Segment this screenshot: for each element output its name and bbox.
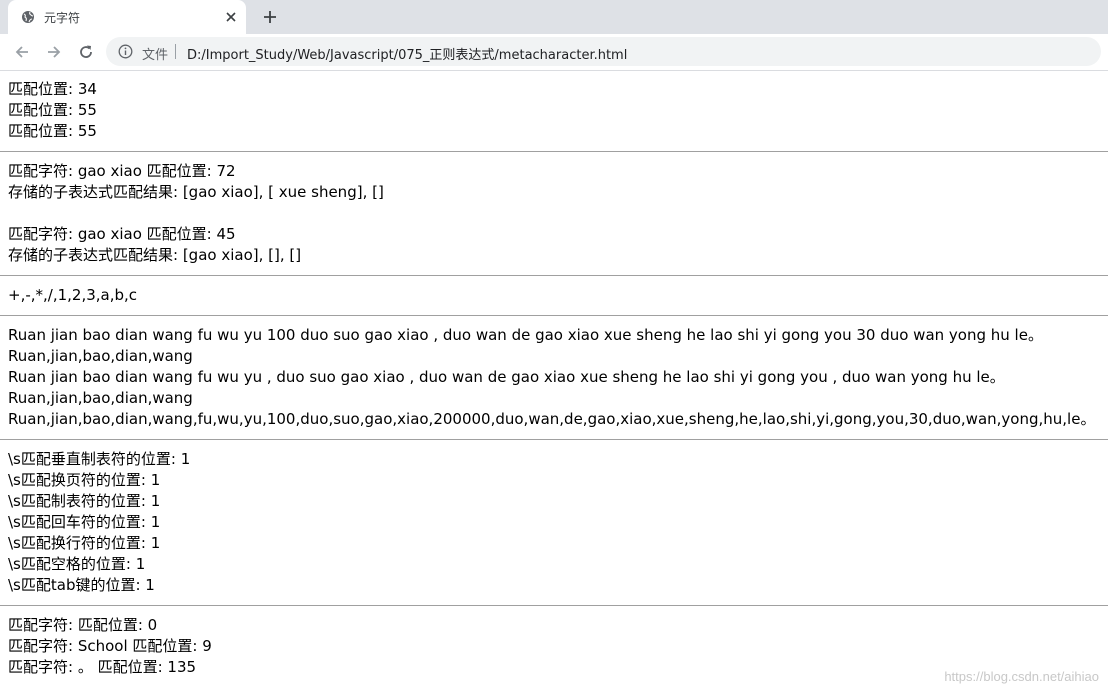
address-divider	[175, 44, 176, 59]
output-line: Ruan,jian,bao,dian,wang	[8, 389, 193, 407]
address-bar[interactable]: 文件 D:/Import_Study/Web/Javascript/075_正则…	[106, 37, 1101, 66]
output-line: \s匹配垂直制表符的位置: 1	[8, 450, 191, 468]
subexpression-section: 匹配字符: gao xiao 匹配位置: 72 存储的子表达式匹配结果: [ga…	[8, 161, 1108, 266]
output-line: 匹配位置: 55	[8, 122, 97, 140]
match-position-section: 匹配位置: 34 匹配位置: 55 匹配位置: 55	[8, 79, 1108, 142]
watermark: https://blog.csdn.net/aihiao	[944, 669, 1099, 684]
split-replace-section: Ruan jian bao dian wang fu wu yu 100 duo…	[8, 325, 1108, 430]
output-line: 匹配字符: 。 匹配位置: 135	[8, 658, 197, 676]
tab-strip: 元字符	[0, 0, 1108, 34]
output-line: Ruan,jian,bao,dian,wang,fu,wu,yu,100,duo…	[8, 410, 1096, 428]
url-text[interactable]: D:/Import_Study/Web/Javascript/075_正则表达式…	[187, 44, 627, 63]
output-line: 匹配位置: 55	[8, 101, 97, 119]
divider	[0, 315, 1108, 316]
output-line: \s匹配tab键的位置: 1	[8, 576, 155, 594]
output-line: Ruan,jian,bao,dian,wang	[8, 347, 193, 365]
divider	[0, 439, 1108, 440]
new-tab-icon[interactable]	[262, 9, 278, 25]
divider	[0, 605, 1108, 606]
metachar-list-section: +,-,*,/,1,2,3,a,b,c	[8, 285, 1108, 306]
output-line: 匹配字符: gao xiao 匹配位置: 45	[8, 225, 236, 243]
output-line: \s匹配空格的位置: 1	[8, 555, 146, 573]
output-line: \s匹配制表符的位置: 1	[8, 492, 161, 510]
output-line: \s匹配回车符的位置: 1	[8, 513, 161, 531]
forward-arrow-icon[interactable]	[46, 44, 62, 60]
output-line: 匹配字符: School 匹配位置: 9	[8, 637, 212, 655]
divider	[0, 275, 1108, 276]
output-line: \s匹配换页符的位置: 1	[8, 471, 161, 489]
info-icon[interactable]	[118, 44, 133, 59]
divider	[0, 151, 1108, 152]
whitespace-section: \s匹配垂直制表符的位置: 1 \s匹配换页符的位置: 1 \s匹配制表符的位置…	[8, 449, 1108, 596]
tab-title: 元字符	[44, 11, 81, 25]
output-line: \s匹配换行符的位置: 1	[8, 534, 161, 552]
back-arrow-icon[interactable]	[14, 44, 30, 60]
output-line: +,-,*,/,1,2,3,a,b,c	[8, 286, 138, 304]
globe-icon	[22, 11, 34, 23]
security-label: 文件	[142, 48, 169, 63]
page-content: 匹配位置: 34 匹配位置: 55 匹配位置: 55 匹配字符: gao xia…	[0, 71, 1108, 678]
output-line: 存储的子表达式匹配结果: [gao xiao], [ xue sheng], […	[8, 183, 384, 201]
browser-toolbar: 文件 D:/Import_Study/Web/Javascript/075_正则…	[0, 34, 1108, 71]
output-line: 存储的子表达式匹配结果: [gao xiao], [], []	[8, 246, 302, 264]
output-line: Ruan jian bao dian wang fu wu yu 100 duo…	[8, 326, 1043, 344]
output-line: 匹配字符: gao xiao 匹配位置: 72	[8, 162, 236, 180]
output-line: 匹配位置: 34	[8, 80, 97, 98]
browser-tab[interactable]: 元字符	[8, 0, 246, 34]
character-match-section: 匹配字符: 匹配位置: 0 匹配字符: School 匹配位置: 9 匹配字符:…	[8, 615, 1108, 678]
close-icon[interactable]	[224, 10, 238, 24]
reload-icon[interactable]	[78, 44, 94, 60]
output-line: Ruan jian bao dian wang fu wu yu , duo s…	[8, 368, 1005, 386]
output-line: 匹配字符: 匹配位置: 0	[8, 616, 158, 634]
